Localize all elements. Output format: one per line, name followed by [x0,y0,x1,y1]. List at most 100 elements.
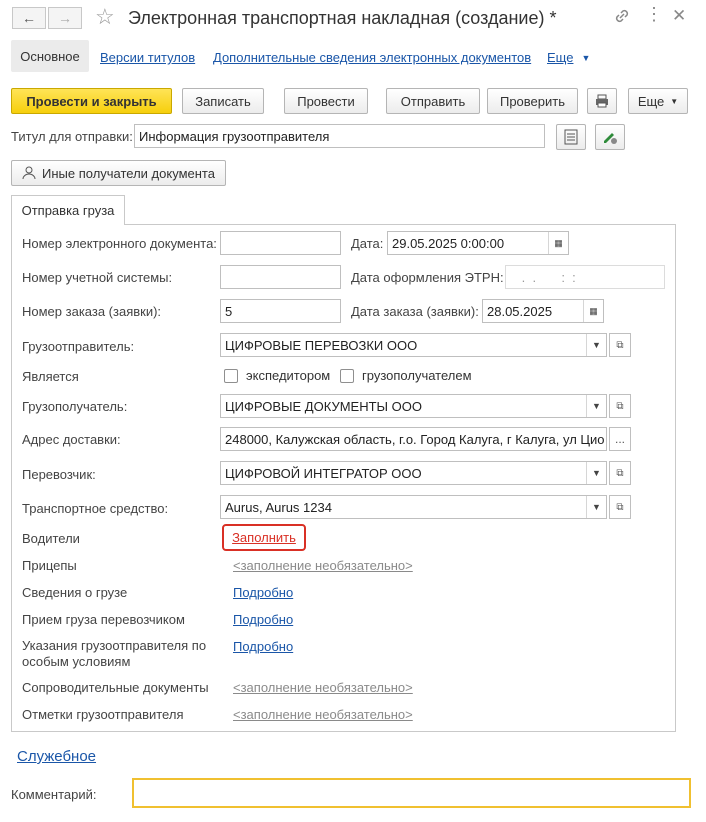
open-form-icon: ⧉ [616,400,624,412]
other-recipients-button[interactable]: Иные получатели документа [11,160,226,186]
drivers-label: Водители [22,531,80,546]
forwarder-checkbox-group[interactable]: экспедитором [224,368,330,383]
trailers-label: Прицепы [22,558,77,573]
order-date-value: 28.05.2025 [487,303,553,319]
address-label: Адрес доставки: [22,432,121,447]
consignee-checkbox[interactable] [340,368,354,383]
window-title: Электронная транспортная накладная (созд… [128,8,557,28]
address-input[interactable]: 248000, Калужская область, г.о. Город Ка… [220,427,607,451]
trailers-link[interactable]: <заполнение необязательно> [233,558,413,573]
consignee-value: ЦИФРОВЫЕ ДОКУМЕНТЫ ООО [225,398,422,414]
title-field-value: Информация грузоотправителя [139,128,330,144]
carrier-open-button[interactable]: ⧉ [609,461,631,485]
arrow-left-icon: ← [22,10,36,26]
open-form-icon: ⧉ [616,339,624,351]
etrn-date-label: Дата оформления ЭТРН: [351,270,504,285]
more-button[interactable]: Еще ▼ [628,88,688,114]
tab-extra[interactable]: Дополнительные сведения электронных доку… [213,50,531,65]
edit-button[interactable] [595,124,625,150]
carrier-input[interactable]: ЦИФРОВОЙ ИНТЕГРАТОР ООО ▼ [220,461,607,485]
tab-more[interactable]: Еще ▼ [547,50,590,65]
acc-number-input[interactable] [220,265,341,289]
acceptance-link[interactable]: Подробно [233,612,293,627]
dropdown-arrow-icon[interactable]: ▼ [586,334,606,356]
date-label: Дата: [351,236,384,251]
marks-label: Отметки грузоотправителя [22,707,184,722]
etrn-date-input: . . : : [505,265,665,289]
chevron-down-icon: ▼ [670,96,679,106]
forwarder-checkbox[interactable] [224,368,238,383]
vehicle-label: Транспортное средство: [22,501,169,516]
service-link[interactable]: Служебное [17,748,96,765]
printer-icon [596,94,608,108]
list-icon [564,129,578,145]
list-button[interactable] [556,124,586,150]
tab-main-label: Основное [20,48,80,64]
address-select-button[interactable]: ... [609,427,631,451]
cargo-label: Сведения о грузе [22,585,128,600]
edit-pencil-icon [604,133,617,144]
order-number-value: 5 [225,303,233,319]
dropdown-arrow-icon[interactable]: ▼ [586,395,606,417]
address-value: 248000, Калужская область, г.о. Город Ка… [225,431,605,447]
instructions-link[interactable]: Подробно [233,639,293,654]
arrow-right-icon: → [58,10,72,26]
consignee-checkbox-group[interactable]: грузополучателем [340,368,472,383]
drivers-fill-link[interactable]: Заполнить [232,530,296,545]
link-icon[interactable] [612,6,632,26]
accompanying-label: Сопроводительные документы [22,680,209,695]
tab-shipment[interactable]: Отправка груза [11,195,125,225]
etrn-date-value: . . : : [518,269,576,285]
cargo-link[interactable]: Подробно [233,585,293,600]
favorite-star-icon[interactable]: ☆ [95,4,115,30]
date-value: 29.05.2025 0:00:00 [392,235,505,251]
calendar-icon[interactable]: ▦ [583,300,603,322]
more-button-label: Еще [637,93,665,109]
check-button[interactable]: Проверить [487,88,578,114]
send-button[interactable]: Отправить [386,88,480,114]
dropdown-arrow-icon[interactable]: ▼ [586,462,606,484]
calendar-icon[interactable]: ▦ [548,232,568,254]
post-button[interactable]: Провести [284,88,368,114]
ellipsis-icon: ... [614,432,625,446]
open-form-icon: ⧉ [616,467,624,479]
shipper-label: Грузоотправитель: [22,339,135,354]
back-button[interactable]: ← [12,7,46,29]
consignee-input[interactable]: ЦИФРОВЫЕ ДОКУМЕНТЫ ООО ▼ [220,394,607,418]
order-number-input[interactable]: 5 [220,299,341,323]
comment-input[interactable] [132,778,691,808]
tab-shipment-label: Отправка груза [21,203,115,218]
marks-link[interactable]: <заполнение необязательно> [233,707,413,722]
order-number-label: Номер заказа (заявки): [22,304,162,319]
consignee-open-button[interactable]: ⧉ [609,394,631,418]
user-icon [22,166,36,180]
tab-main[interactable]: Основное [11,40,89,72]
acc-number-label: Номер учетной системы: [22,270,173,285]
tab-more-label: Еще [547,50,574,65]
consignee-cb-label: грузополучателем [362,368,472,383]
title-field-label: Титул для отправки: [11,129,133,144]
save-button[interactable]: Записать [182,88,264,114]
print-button[interactable] [587,88,617,114]
doc-number-label: Номер электронного документа: [22,236,217,251]
order-date-input[interactable]: 28.05.2025 ▦ [482,299,604,323]
shipper-input[interactable]: ЦИФРОВЫЕ ПЕРЕВОЗКИ ООО ▼ [220,333,607,357]
more-menu-icon[interactable]: ⋮ [645,4,663,25]
carrier-value: ЦИФРОВОЙ ИНТЕГРАТОР ООО [225,465,422,481]
date-input[interactable]: 29.05.2025 0:00:00 ▦ [387,231,569,255]
title-field-input[interactable]: Информация грузоотправителя [134,124,545,148]
comment-label: Комментарий: [11,787,97,802]
is-label: Является [22,369,79,384]
forward-button[interactable]: → [48,7,82,29]
close-icon[interactable]: ✕ [672,6,686,26]
doc-number-input[interactable] [220,231,341,255]
accompanying-link[interactable]: <заполнение необязательно> [233,680,413,695]
post-close-button[interactable]: Провести и закрыть [11,88,172,114]
vehicle-open-button[interactable]: ⧉ [609,495,631,519]
drivers-fill-highlight: Заполнить [222,524,306,551]
tab-versions[interactable]: Версии титулов [100,50,195,65]
dropdown-arrow-icon[interactable]: ▼ [586,496,606,518]
shipper-open-button[interactable]: ⧉ [609,333,631,357]
vehicle-value: Aurus, Aurus 1234 [225,499,332,515]
vehicle-input[interactable]: Aurus, Aurus 1234 ▼ [220,495,607,519]
